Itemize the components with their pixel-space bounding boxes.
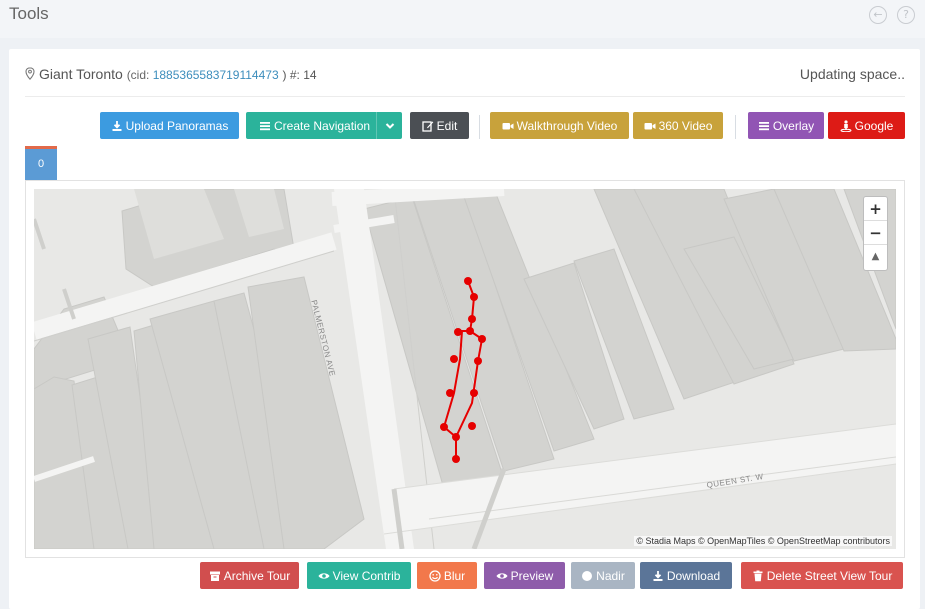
- download-icon: [653, 571, 663, 581]
- download-label: Download: [666, 569, 721, 583]
- preview-button[interactable]: Preview: [484, 562, 565, 589]
- create-navigation-label: Create Navigation: [274, 119, 371, 133]
- circle-icon: [582, 571, 593, 581]
- trash-icon: [753, 570, 763, 582]
- reset-bearing-button[interactable]: ▲: [864, 245, 887, 269]
- map-attribution[interactable]: © Stadia Maps © OpenMapTiles © OpenStree…: [634, 536, 892, 546]
- tour-info: Giant Toronto (cid: 1885365583719114473 …: [25, 66, 317, 82]
- 360-video-label: 360 Video: [658, 119, 713, 133]
- blur-button[interactable]: Blur: [417, 562, 477, 589]
- view-contrib-button[interactable]: View Contrib: [307, 562, 411, 589]
- upload-panoramas-label: Upload Panoramas: [125, 119, 229, 133]
- walkthrough-video-label: Walkthrough Video: [516, 119, 618, 133]
- delete-street-view-tour-button[interactable]: Delete Street View Tour: [741, 562, 903, 589]
- google-label: Google: [854, 119, 894, 133]
- 360-video-button[interactable]: 360 Video: [633, 112, 723, 139]
- tour-card: Giant Toronto (cid: 1885365583719114473 …: [9, 49, 920, 609]
- panorama-marker[interactable]: [470, 389, 478, 397]
- tour-name: Giant Toronto: [39, 66, 123, 82]
- eye-icon: [318, 573, 330, 579]
- toolbar-separator: [735, 115, 736, 139]
- chevron-down-icon: [385, 123, 395, 129]
- nadir-label: Nadir: [596, 569, 625, 583]
- arrow-left-circle-icon[interactable]: ←: [869, 6, 887, 24]
- zoom-in-button[interactable]: +: [864, 197, 887, 221]
- list-icon: [758, 122, 769, 131]
- panorama-marker[interactable]: [454, 328, 462, 336]
- download-icon: [112, 121, 122, 131]
- create-navigation-button[interactable]: Create Navigation: [246, 112, 402, 139]
- upload-panoramas-button[interactable]: Upload Panoramas: [100, 112, 239, 139]
- blur-label: Blur: [443, 569, 466, 583]
- nadir-button[interactable]: Nadir: [571, 562, 635, 589]
- panorama-marker[interactable]: [452, 455, 460, 463]
- zoom-control: + − ▲: [863, 196, 888, 271]
- panorama-marker[interactable]: [478, 335, 486, 343]
- panorama-marker[interactable]: [464, 277, 472, 285]
- panorama-marker[interactable]: [468, 315, 476, 323]
- panorama-marker[interactable]: [468, 422, 476, 430]
- panorama-marker[interactable]: [446, 389, 454, 397]
- delete-street-view-tour-label: Delete Street View Tour: [766, 569, 893, 583]
- divider: [25, 96, 905, 97]
- download-button[interactable]: Download: [640, 562, 732, 589]
- smile-icon: [429, 570, 441, 582]
- cid-label: (cid:: [126, 68, 153, 82]
- edit-button[interactable]: Edit: [410, 112, 469, 139]
- create-navigation-dropdown[interactable]: [376, 112, 402, 139]
- list-icon: [260, 122, 270, 131]
- walkthrough-video-button[interactable]: Walkthrough Video: [490, 112, 629, 139]
- status-text: Updating space..: [799, 66, 905, 82]
- tab-0[interactable]: 0: [25, 146, 57, 180]
- panorama-marker[interactable]: [474, 357, 482, 365]
- panorama-marker[interactable]: [452, 433, 460, 441]
- page-header: Tools ← ?: [0, 0, 925, 38]
- overlay-button[interactable]: Overlay: [748, 112, 824, 139]
- question-circle-icon[interactable]: ?: [897, 6, 915, 24]
- page-title: Tools: [9, 4, 49, 23]
- map-container: PALMERSTON AVE QUEEN ST. W + − ▲ © Stadi…: [25, 180, 905, 558]
- panorama-marker[interactable]: [450, 355, 458, 363]
- video-camera-icon: [502, 123, 514, 130]
- panorama-marker[interactable]: [470, 293, 478, 301]
- zoom-out-button[interactable]: −: [864, 221, 887, 245]
- google-button[interactable]: Google: [828, 112, 905, 139]
- archive-icon: [209, 571, 220, 581]
- route-overlay: [440, 277, 486, 463]
- preview-label: Preview: [510, 569, 554, 583]
- cid-link[interactable]: 1885365583719114473: [153, 68, 279, 82]
- map[interactable]: PALMERSTON AVE QUEEN ST. W + − ▲ © Stadi…: [34, 189, 896, 549]
- panorama-marker[interactable]: [466, 327, 474, 335]
- archive-tour-button[interactable]: Archive Tour: [200, 562, 299, 589]
- map-pin-icon: [25, 67, 35, 80]
- panorama-marker[interactable]: [440, 423, 448, 431]
- edit-icon: [422, 121, 433, 132]
- panorama-count: ) #: 14: [282, 68, 317, 82]
- eye-icon: [496, 573, 508, 579]
- video-camera-icon: [644, 123, 656, 130]
- street-view-icon: [840, 120, 852, 132]
- view-contrib-label: View Contrib: [332, 569, 401, 583]
- edit-label: Edit: [436, 119, 458, 133]
- toolbar-separator: [479, 115, 480, 139]
- overlay-label: Overlay: [772, 119, 815, 133]
- archive-tour-label: Archive Tour: [223, 569, 291, 583]
